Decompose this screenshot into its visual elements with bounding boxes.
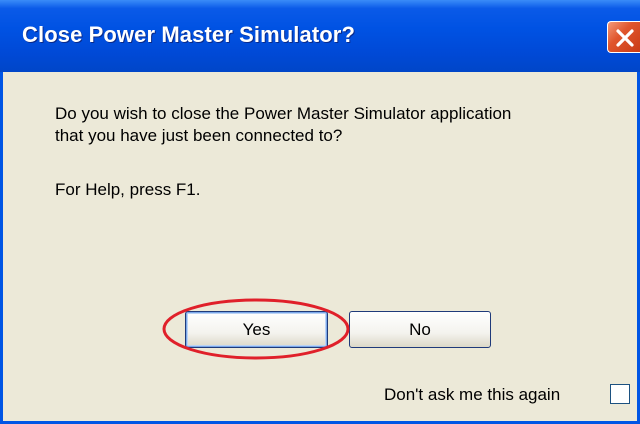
- help-text: For Help, press F1.: [55, 180, 201, 199]
- dont-ask-label: Don't ask me this again: [384, 385, 561, 404]
- dialog-message: Do you wish to close the Power Master Si…: [55, 103, 615, 147]
- message-line-2: that you have just been connected to?: [55, 126, 343, 145]
- title-bar[interactable]: Close Power Master Simulator?: [0, 0, 640, 72]
- close-icon: [616, 29, 634, 47]
- yes-button[interactable]: Yes: [185, 311, 328, 348]
- dialog-title: Close Power Master Simulator?: [22, 22, 355, 47]
- message-line-1: Do you wish to close the Power Master Si…: [55, 104, 512, 123]
- no-button[interactable]: No: [349, 311, 491, 348]
- dont-ask-checkbox[interactable]: [610, 384, 630, 404]
- dialog-window: Close Power Master Simulator? Do you wis…: [0, 0, 640, 424]
- close-button[interactable]: [607, 21, 640, 53]
